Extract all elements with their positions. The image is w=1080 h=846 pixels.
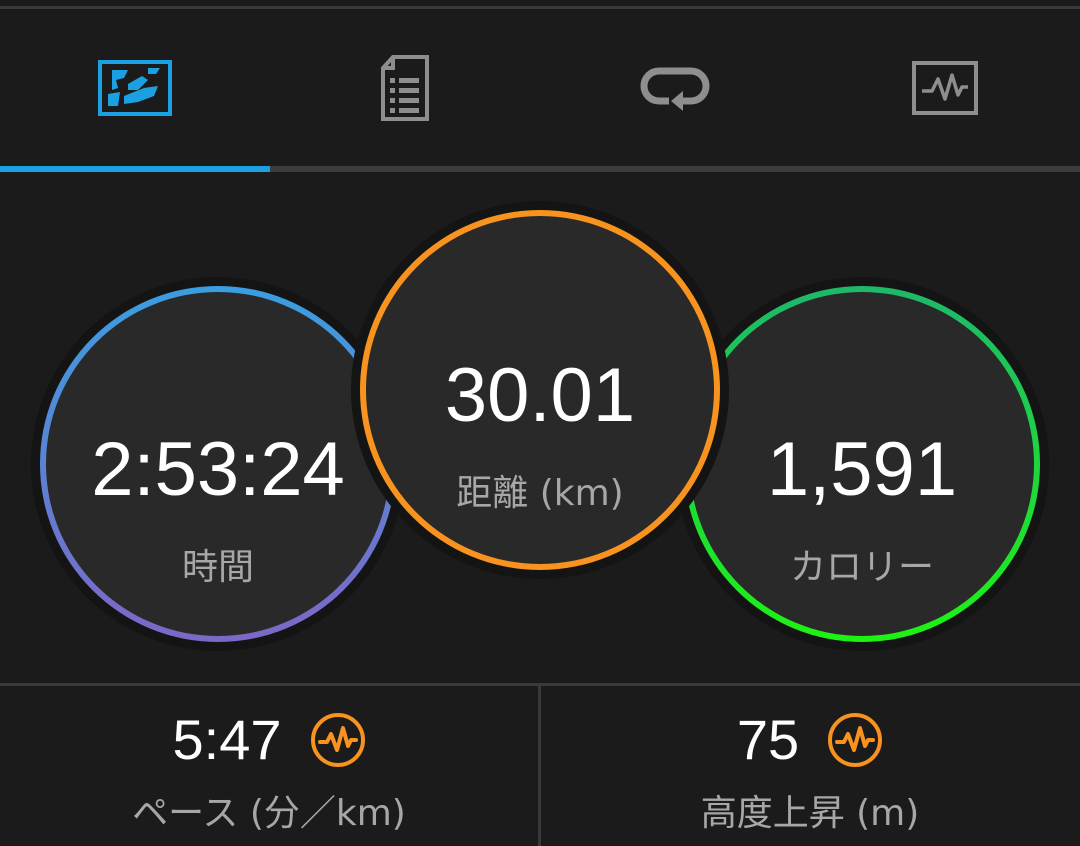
calories-value: 1,591 xyxy=(766,427,958,512)
elevation-stat: 75 高度上昇 (m) xyxy=(541,700,1079,846)
tab-bar xyxy=(0,9,1080,166)
elevation-label: 高度上昇 (m) xyxy=(700,793,920,834)
tab-details[interactable] xyxy=(270,9,540,166)
tab-indicator xyxy=(0,166,270,172)
distance-circle: 30.01 距離 (km) xyxy=(360,210,720,570)
activity-summary-screen: 2:53:24 時間 1,591 カロリー 30.01 距離 (km) 5:47… xyxy=(0,0,1080,846)
map-icon xyxy=(98,59,172,116)
distance-label: 距離 (km) xyxy=(456,473,624,514)
calories-label: カロリー xyxy=(789,547,934,588)
distance-value: 30.01 xyxy=(444,353,636,438)
pace-value: 5:47 xyxy=(172,708,282,771)
loop-icon xyxy=(640,67,710,111)
chart-pulse-icon xyxy=(912,60,978,115)
pace-stat: 5:47 ペース (分／km) xyxy=(0,700,538,846)
tab-charts[interactable] xyxy=(810,9,1080,166)
tab-laps[interactable] xyxy=(540,9,810,166)
tab-map[interactable] xyxy=(0,9,270,166)
time-label: 時間 xyxy=(181,547,254,588)
time-value: 2:53:24 xyxy=(91,427,345,512)
pulse-chart-icon xyxy=(310,713,365,767)
pace-label: ペース (分／km) xyxy=(132,793,406,834)
time-circle: 2:53:24 時間 xyxy=(40,286,396,642)
pulse-chart-icon xyxy=(828,713,883,767)
elevation-value: 75 xyxy=(736,708,800,771)
document-list-icon xyxy=(381,54,429,121)
calories-circle: 1,591 カロリー xyxy=(684,286,1040,642)
